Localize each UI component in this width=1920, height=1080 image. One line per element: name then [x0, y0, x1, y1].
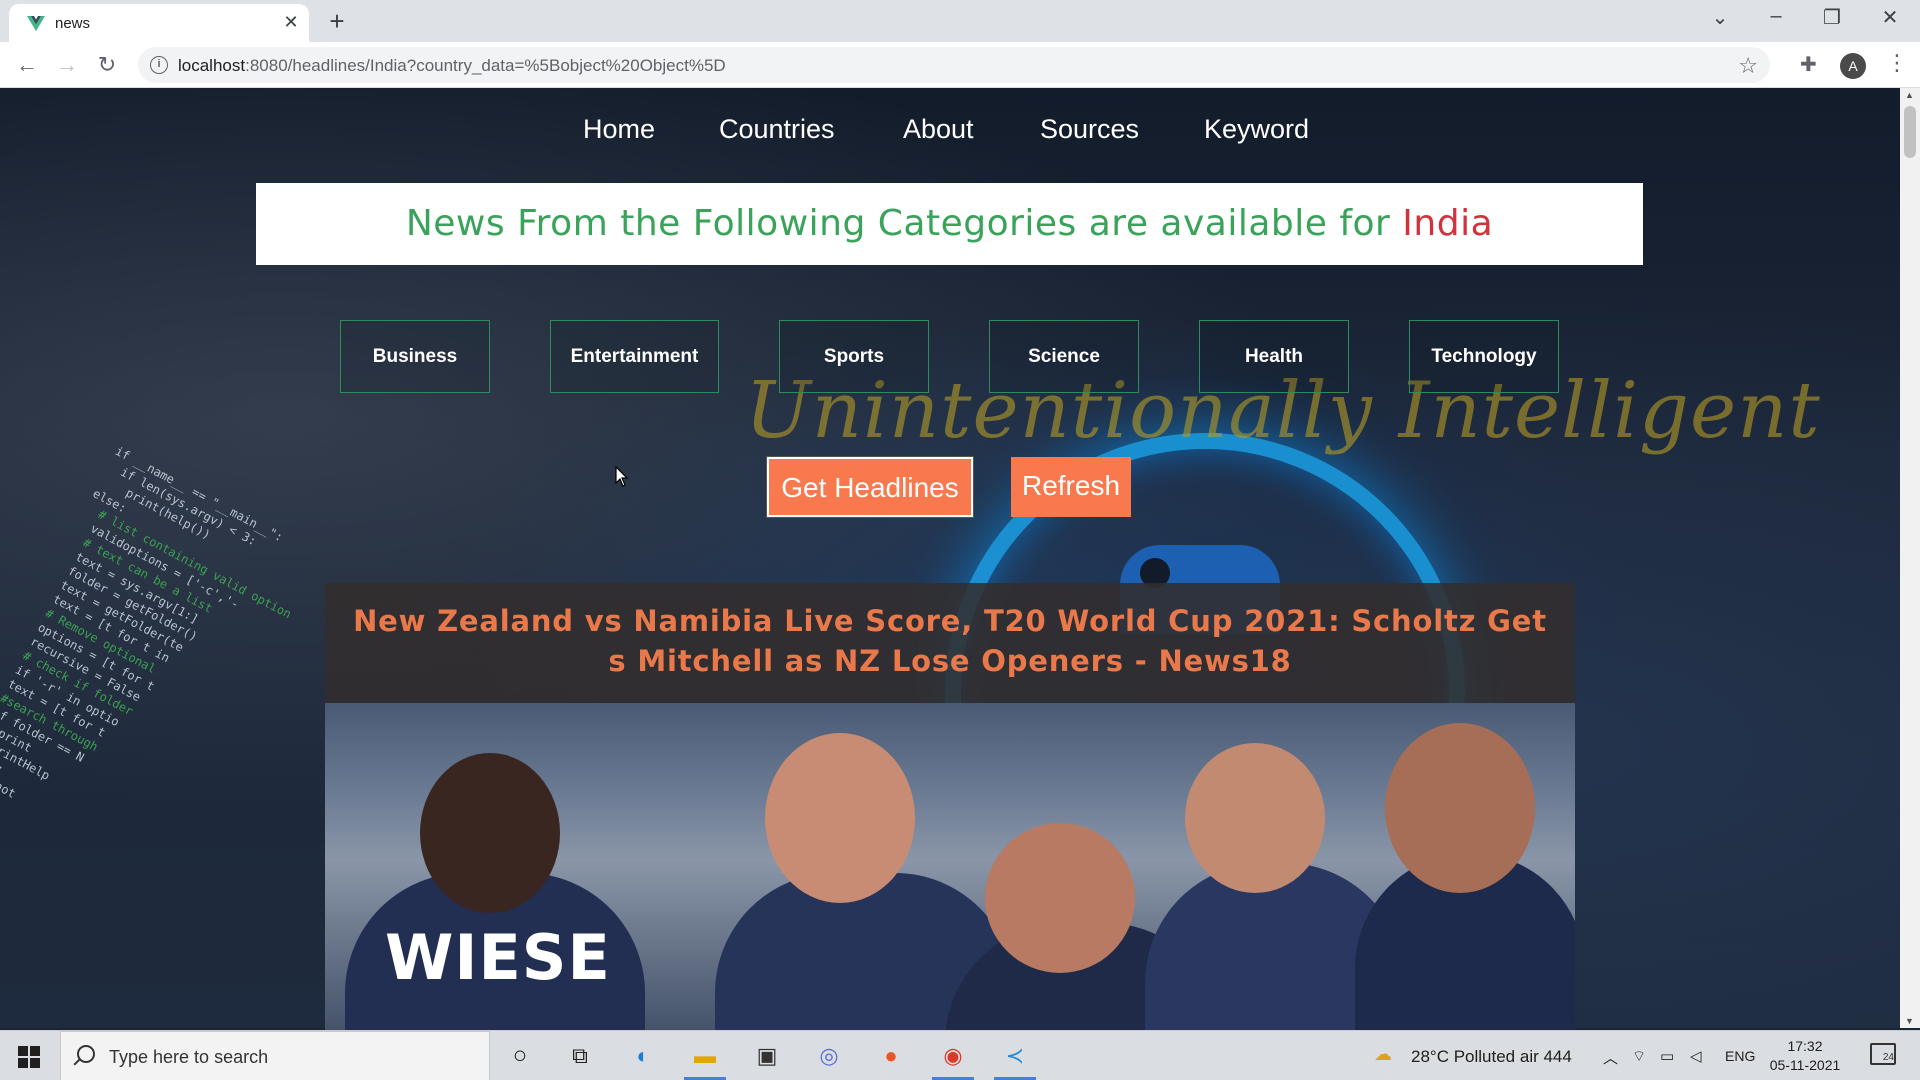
browser-tab-strip: news ✕ + ⌄ – ❐ ✕ — [0, 0, 1920, 42]
clock-date: 05-11-2021 — [1769, 1057, 1841, 1073]
taskbar-search-box[interactable]: Type here to search — [60, 1031, 490, 1080]
minimize-icon[interactable]: – — [1756, 5, 1796, 28]
jersey-name: WIESE — [385, 921, 611, 994]
browser-tab[interactable]: news ✕ — [9, 4, 309, 42]
file-explorer-icon[interactable]: ▬ — [690, 1041, 720, 1071]
volume-icon[interactable]: ◁ — [1690, 1047, 1702, 1065]
taskbar-clock[interactable]: 17:32 05-11-2021 — [1765, 1037, 1845, 1075]
nav-keyword[interactable]: Keyword — [1204, 114, 1309, 145]
notifications-icon[interactable]: 24 — [1870, 1043, 1896, 1065]
vue-logo-icon — [27, 16, 45, 31]
extensions-puzzle-icon[interactable]: ✚ — [1800, 52, 1817, 77]
category-health-button[interactable]: Health — [1199, 320, 1349, 393]
banner-country: India — [1402, 203, 1494, 244]
categories-banner: News From the Following Categories are a… — [256, 183, 1643, 265]
category-science-button[interactable]: Science — [989, 320, 1139, 393]
clock-time: 17:32 — [1787, 1038, 1823, 1054]
code-background-decoration: if __name__ == "__main__": if len(sys.ar… — [0, 443, 294, 801]
mouse-cursor-icon — [615, 466, 629, 487]
search-placeholder: Type here to search — [109, 1047, 269, 1067]
language-indicator[interactable]: ENG — [1725, 1048, 1755, 1064]
nav-about[interactable]: About — [903, 114, 974, 145]
weather-icon[interactable]: ☁ — [1374, 1044, 1392, 1065]
vscode-icon[interactable]: ≺ — [1000, 1041, 1030, 1071]
category-sports-button[interactable]: Sports — [779, 320, 929, 393]
windows-start-icon[interactable] — [18, 1046, 40, 1068]
weather-text[interactable]: 28°C Polluted air 444 — [1411, 1047, 1572, 1067]
edge-browser-icon[interactable]: ◐ — [628, 1041, 658, 1071]
close-tab-icon[interactable]: ✕ — [281, 12, 301, 33]
player-head — [1185, 743, 1325, 893]
category-technology-button[interactable]: Technology — [1409, 320, 1559, 393]
battery-icon[interactable]: ▭ — [1660, 1047, 1674, 1065]
scroll-up-icon[interactable]: ▲ — [1905, 90, 1914, 100]
firefox-icon[interactable]: ● — [876, 1041, 906, 1071]
article-title[interactable]: New Zealand vs Namibia Live Score, T20 W… — [349, 601, 1551, 681]
search-icon — [77, 1045, 95, 1063]
new-tab-icon[interactable]: + — [325, 6, 349, 37]
back-icon[interactable]: ← — [12, 50, 42, 80]
banner-text: News From the Following Categories are a… — [405, 203, 1403, 244]
notification-count: 24 — [1882, 1052, 1894, 1063]
news-article-card[interactable]: New Zealand vs Namibia Live Score, T20 W… — [325, 583, 1575, 1053]
bookmark-star-icon[interactable]: ☆ — [1738, 53, 1758, 79]
nav-home[interactable]: Home — [583, 114, 655, 145]
restore-icon[interactable]: ❐ — [1812, 5, 1852, 30]
scroll-down-icon[interactable]: ▼ — [1905, 1016, 1914, 1026]
tab-title: news — [55, 15, 91, 32]
get-headlines-button[interactable]: Get Headlines — [767, 457, 973, 517]
scroll-thumb[interactable] — [1904, 106, 1916, 158]
chrome-icon[interactable]: ◉ — [938, 1041, 968, 1071]
article-header: New Zealand vs Namibia Live Score, T20 W… — [325, 583, 1575, 703]
cortana-icon[interactable]: ○ — [505, 1041, 535, 1071]
nav-countries[interactable]: Countries — [719, 114, 835, 145]
category-business-button[interactable]: Business — [340, 320, 490, 393]
url-text[interactable]: localhost:8080/headlines/India?country_d… — [178, 56, 726, 76]
article-image: WIESE — [325, 703, 1575, 1053]
windows-taskbar: Type here to search ○ ⧉ ◐ ▬ ▣ ◎ ● ◉ ≺ ☁ … — [0, 1030, 1920, 1080]
player-head — [1385, 723, 1535, 893]
photos-app-icon[interactable]: ◎ — [814, 1041, 844, 1071]
store-icon[interactable]: ▣ — [752, 1041, 782, 1071]
category-entertainment-button[interactable]: Entertainment — [550, 320, 719, 393]
address-bar[interactable]: i localhost:8080/headlines/India?country… — [138, 47, 1770, 83]
task-view-icon[interactable]: ⧉ — [565, 1041, 595, 1071]
refresh-button[interactable]: Refresh — [1011, 457, 1131, 517]
browser-menu-icon[interactable]: ⋮ — [1886, 50, 1908, 76]
player-head — [985, 823, 1135, 973]
forward-icon[interactable]: → — [52, 50, 82, 80]
network-icon[interactable]: ⌔ — [1632, 1047, 1646, 1066]
tray-expand-icon[interactable]: ︿ — [1603, 1047, 1618, 1068]
tab-search-icon[interactable]: ⌄ — [1700, 5, 1740, 30]
browser-toolbar: ← → ↻ i localhost:8080/headlines/India?c… — [0, 42, 1920, 88]
close-window-icon[interactable]: ✕ — [1870, 5, 1910, 30]
profile-avatar[interactable]: A — [1840, 53, 1866, 79]
player-head — [420, 753, 560, 913]
player-head — [765, 733, 915, 903]
page-scrollbar[interactable]: ▲ ▼ — [1900, 88, 1920, 1028]
reload-icon[interactable]: ↻ — [92, 50, 122, 80]
nav-sources[interactable]: Sources — [1040, 114, 1139, 145]
site-info-icon[interactable]: i — [150, 56, 168, 74]
